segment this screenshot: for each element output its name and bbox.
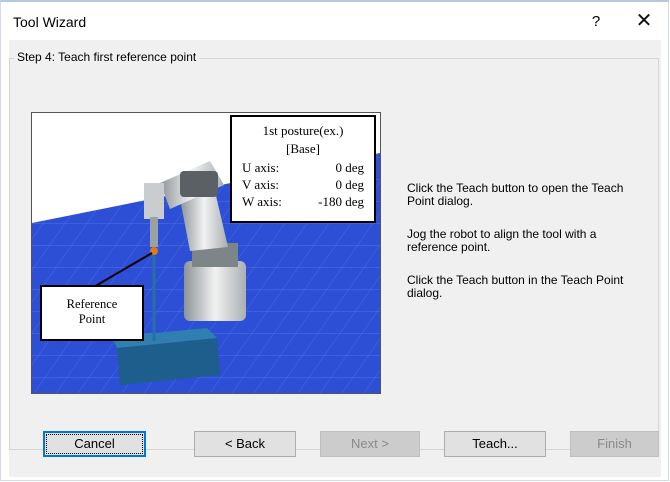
focus-rect: [46, 434, 143, 454]
cancel-button[interactable]: Cancel: [43, 431, 146, 457]
instruction-1: Click the Teach button to open the Teach…: [407, 181, 624, 208]
back-button[interactable]: < Back: [194, 431, 296, 457]
close-icon[interactable]: ✕: [629, 9, 659, 35]
instruction-3: Click the Teach button in the Teach Poin…: [407, 273, 624, 300]
step-title: Step 4: Teach first reference point: [14, 50, 200, 64]
posture-subtitle: [Base]: [286, 141, 320, 156]
posture-info-box: 1st posture(ex.) [Base] U axis: 0 deg V …: [230, 115, 376, 223]
wizard-body: Step 4: Teach first reference point 1st …: [9, 40, 661, 477]
step-group: Step 4: Teach first reference point 1st …: [9, 50, 659, 462]
axis-value: 0 deg: [335, 177, 364, 192]
axis-value: -180 deg: [318, 194, 364, 209]
reference-line-2: Point: [78, 312, 106, 326]
axis-label: W axis:: [242, 194, 282, 209]
robot-illustration: 1st posture(ex.) [Base] U axis: 0 deg V …: [31, 112, 381, 394]
next-button[interactable]: Next >: [320, 431, 420, 457]
finish-button[interactable]: Finish: [570, 431, 659, 457]
window-title: Tool Wizard: [13, 14, 87, 30]
posture-title: 1st posture(ex.): [262, 123, 344, 138]
reference-line-1: Reference: [66, 297, 118, 311]
help-button[interactable]: ?: [581, 9, 611, 35]
title-bar: Tool Wizard ? ✕: [1, 2, 668, 38]
axis-label: U axis:: [242, 160, 280, 175]
tool-wizard-window: Tool Wizard ? ✕ Step 4: Teach first refe…: [0, 0, 669, 481]
axis-label: V axis:: [242, 177, 279, 192]
teach-button[interactable]: Teach...: [444, 431, 546, 457]
axis-value: 0 deg: [335, 160, 364, 175]
reference-point-label: Reference Point: [40, 285, 144, 341]
instruction-2: Jog the robot to align the tool with a r…: [407, 227, 597, 254]
